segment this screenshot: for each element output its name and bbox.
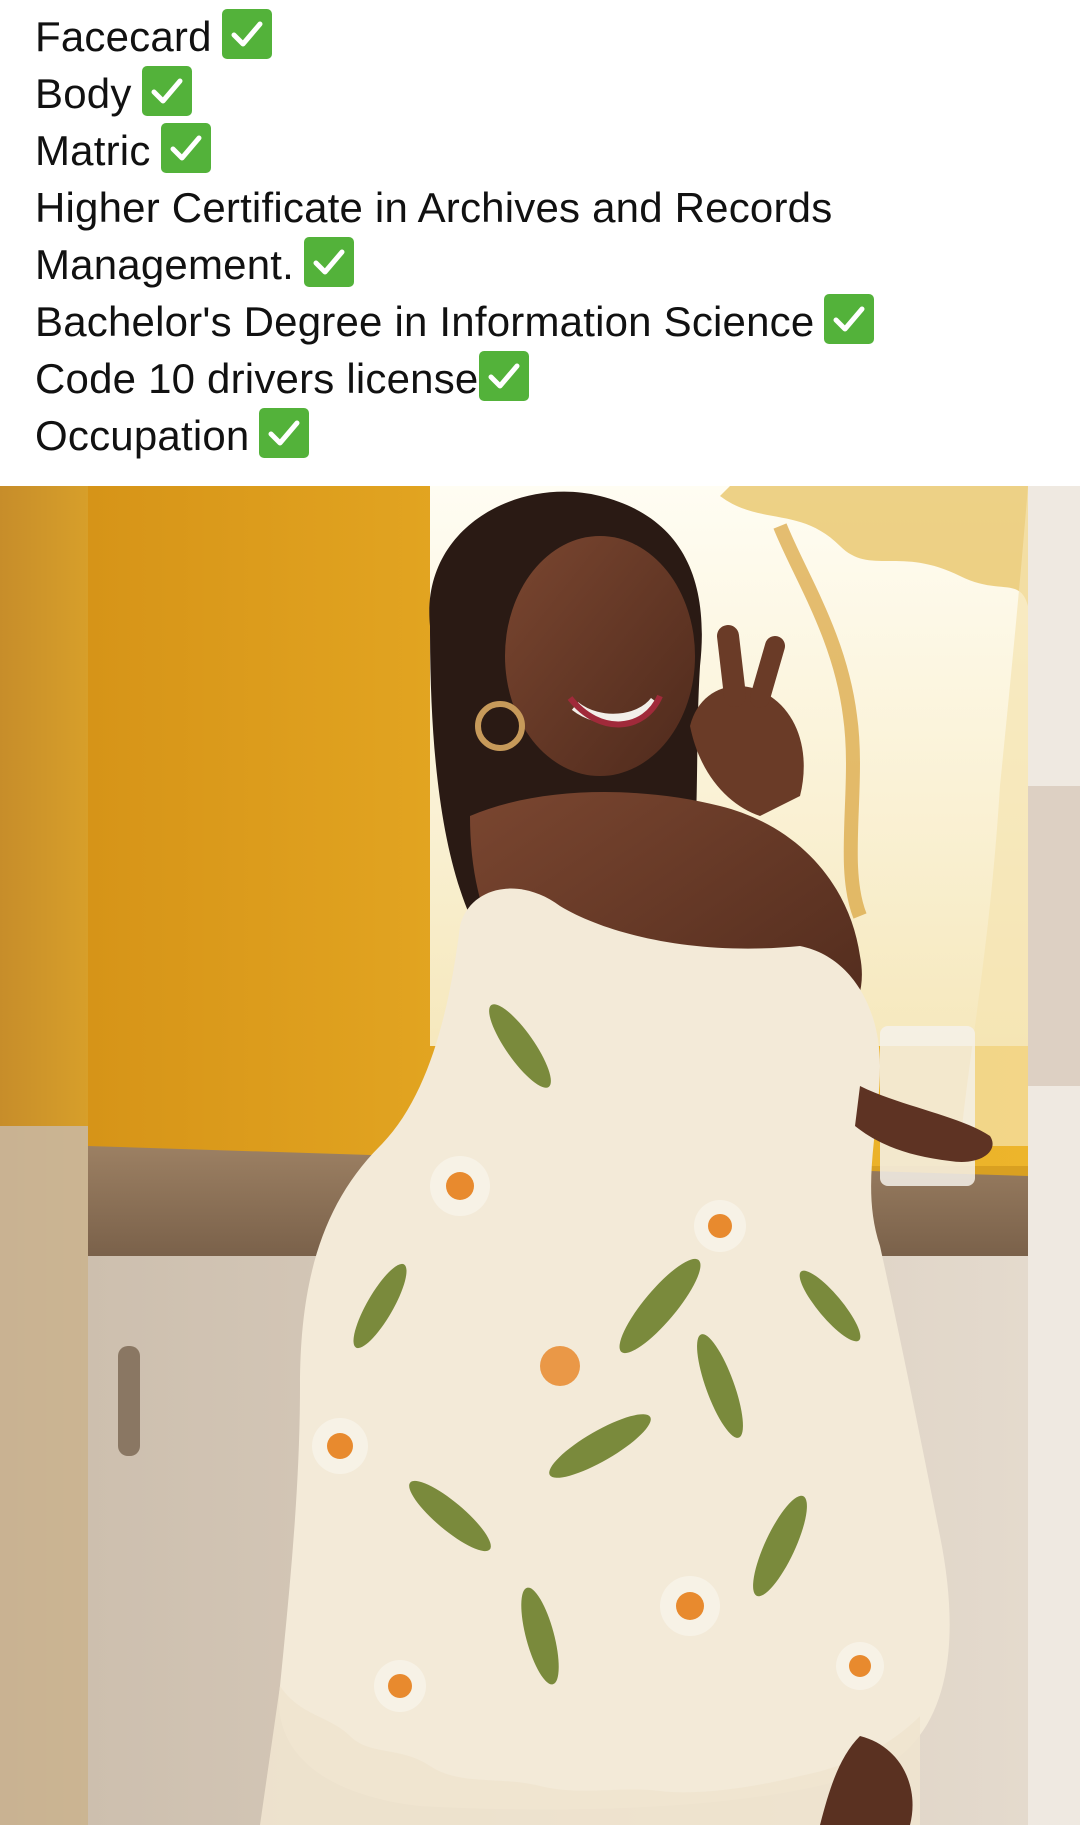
caption-text: Code 10 drivers license	[35, 355, 479, 402]
caption-line-bachelors: Bachelor's Degree in Information Science	[35, 293, 1045, 350]
check-mark-icon	[304, 237, 355, 287]
caption-line-facecard: Facecard	[35, 8, 1045, 65]
caption-line-body: Body	[35, 65, 1045, 122]
caption-line-higher-certificate: Higher Certificate in Archives and Recor…	[35, 179, 1045, 236]
check-mark-icon	[141, 66, 192, 116]
caption-text: Matric	[35, 127, 151, 174]
check-mark-icon	[824, 294, 875, 344]
post-caption: Facecard Body Matric Higher Certificate …	[35, 8, 1045, 464]
check-mark-icon	[221, 9, 272, 59]
caption-text: Facecard	[35, 13, 212, 60]
photo-illustration	[0, 486, 1080, 1825]
photo-blur-edge-right	[1028, 486, 1080, 1825]
caption-line-matric: Matric	[35, 122, 1045, 179]
caption-line-drivers-license: Code 10 drivers license	[35, 350, 1045, 407]
caption-text: Higher Certificate in Archives and Recor…	[35, 184, 833, 231]
check-mark-icon	[259, 408, 310, 458]
post-photo[interactable]	[0, 486, 1080, 1825]
caption-text: Management.	[35, 241, 295, 288]
caption-text: Occupation	[35, 412, 250, 459]
cabinet-handle	[118, 1346, 140, 1456]
check-mark-icon	[478, 351, 529, 401]
caption-text: Bachelor's Degree in Information Science	[35, 298, 815, 345]
caption-line-occupation: Occupation	[35, 407, 1045, 464]
caption-line-management: Management.	[35, 236, 1045, 293]
face	[505, 536, 695, 776]
caption-text: Body	[35, 70, 132, 117]
check-mark-icon	[160, 123, 211, 173]
